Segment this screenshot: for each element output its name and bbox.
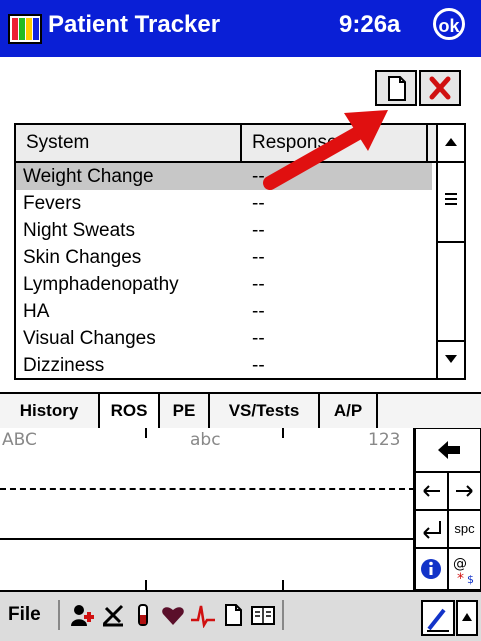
annotation-arrow-icon	[263, 110, 388, 190]
space-key[interactable]: spc	[448, 510, 481, 548]
heart-icon[interactable]	[160, 602, 186, 628]
delete-button[interactable]	[419, 70, 461, 106]
list-row[interactable]: Night Sweats --	[16, 217, 432, 244]
row-system: Weight Change	[23, 166, 154, 187]
zone-divider	[282, 428, 284, 438]
list-row[interactable]: HA --	[16, 298, 432, 325]
list-row[interactable]: Dizziness --	[16, 352, 432, 378]
tab-history[interactable]: History	[0, 394, 100, 428]
vertical-scrollbar[interactable]	[436, 125, 464, 378]
zone-divider	[145, 580, 147, 590]
info-key[interactable]	[415, 548, 448, 590]
triangle-down-icon	[445, 355, 457, 363]
row-response: --	[252, 247, 265, 268]
row-system: Night Sweats	[23, 220, 135, 241]
tab-vs-tests[interactable]: VS/Tests	[210, 394, 320, 428]
baseline-guide	[0, 488, 415, 490]
procedure-icon[interactable]	[100, 602, 126, 628]
row-response: --	[252, 220, 265, 241]
info-icon	[421, 559, 441, 579]
row-system: Skin Changes	[23, 247, 142, 268]
row-response: --	[252, 274, 265, 295]
enter-icon	[423, 521, 441, 539]
zone-divider	[282, 580, 284, 590]
list-row[interactable]: Lymphadenopathy --	[16, 271, 432, 298]
menu-separator	[282, 600, 284, 630]
tab-bar: History ROS PE VS/Tests A/P	[0, 392, 481, 432]
scroll-up-button[interactable]	[438, 125, 464, 163]
triangle-up-icon	[445, 138, 457, 146]
left-arrow-icon	[438, 441, 460, 459]
patient-icon[interactable]	[70, 602, 96, 628]
symbols-icon: @* $	[453, 556, 474, 587]
note-icon[interactable]	[220, 602, 246, 628]
scroll-thumb[interactable]	[438, 161, 464, 243]
grip-icon	[445, 193, 457, 205]
list-row[interactable]: Skin Changes --	[16, 244, 432, 271]
upper-case-zone-label: ABC	[2, 430, 37, 450]
tab-pe[interactable]: PE	[160, 394, 210, 428]
arrow-left-icon	[423, 485, 440, 497]
new-button[interactable]	[375, 70, 417, 106]
svg-text:*: *	[457, 571, 464, 587]
cursor-left-key[interactable]	[415, 472, 448, 510]
row-response: --	[252, 301, 265, 322]
number-zone-label: 123	[368, 430, 401, 450]
scroll-down-button[interactable]	[438, 340, 464, 378]
row-system: Visual Changes	[23, 328, 156, 349]
row-response: --	[252, 355, 265, 376]
reference-book-icon[interactable]	[250, 602, 276, 628]
list-row[interactable]: Visual Changes --	[16, 325, 432, 352]
svg-text:$: $	[467, 573, 474, 586]
menu-bar: File	[0, 590, 481, 641]
lower-case-zone-label: abc	[190, 430, 221, 450]
svg-text:@: @	[453, 556, 467, 572]
row-system: HA	[23, 301, 50, 322]
row-system: Dizziness	[23, 355, 105, 376]
zone-divider	[145, 428, 147, 438]
input-method-button[interactable]	[421, 600, 455, 636]
enter-key[interactable]	[415, 510, 448, 548]
app-title: Patient Tracker	[48, 11, 221, 38]
triangle-up-icon	[462, 613, 472, 621]
symbols-key[interactable]: @ * $	[448, 548, 481, 590]
writing-line	[0, 538, 415, 540]
clock[interactable]: 9:26a	[339, 11, 400, 39]
start-menu-icon[interactable]	[8, 14, 42, 44]
tab-ros[interactable]: ROS	[100, 394, 160, 430]
input-method-menu-button[interactable]	[456, 600, 478, 636]
pen-icon	[427, 608, 449, 632]
delete-x-icon	[429, 76, 451, 100]
row-system: Lymphadenopathy	[23, 274, 179, 295]
test-tube-icon[interactable]	[130, 602, 156, 628]
column-header-system[interactable]: System	[16, 125, 242, 161]
arrow-right-icon	[456, 485, 473, 497]
cursor-right-key[interactable]	[448, 472, 481, 510]
new-document-icon	[388, 76, 406, 101]
row-response: --	[252, 328, 265, 349]
file-menu[interactable]: File	[8, 604, 41, 626]
input-keys: spc @ * $	[415, 428, 481, 590]
tab-ap[interactable]: A/P	[320, 394, 378, 428]
ok-button[interactable]: ok	[433, 8, 465, 40]
handwriting-input-area[interactable]: ABC abc 123	[0, 428, 415, 590]
ecg-icon[interactable]	[190, 602, 216, 628]
menu-separator	[58, 600, 60, 630]
row-system: Fevers	[23, 193, 82, 214]
backspace-key[interactable]	[415, 428, 481, 472]
title-bar: Patient Tracker 9:26a ok	[0, 0, 481, 57]
